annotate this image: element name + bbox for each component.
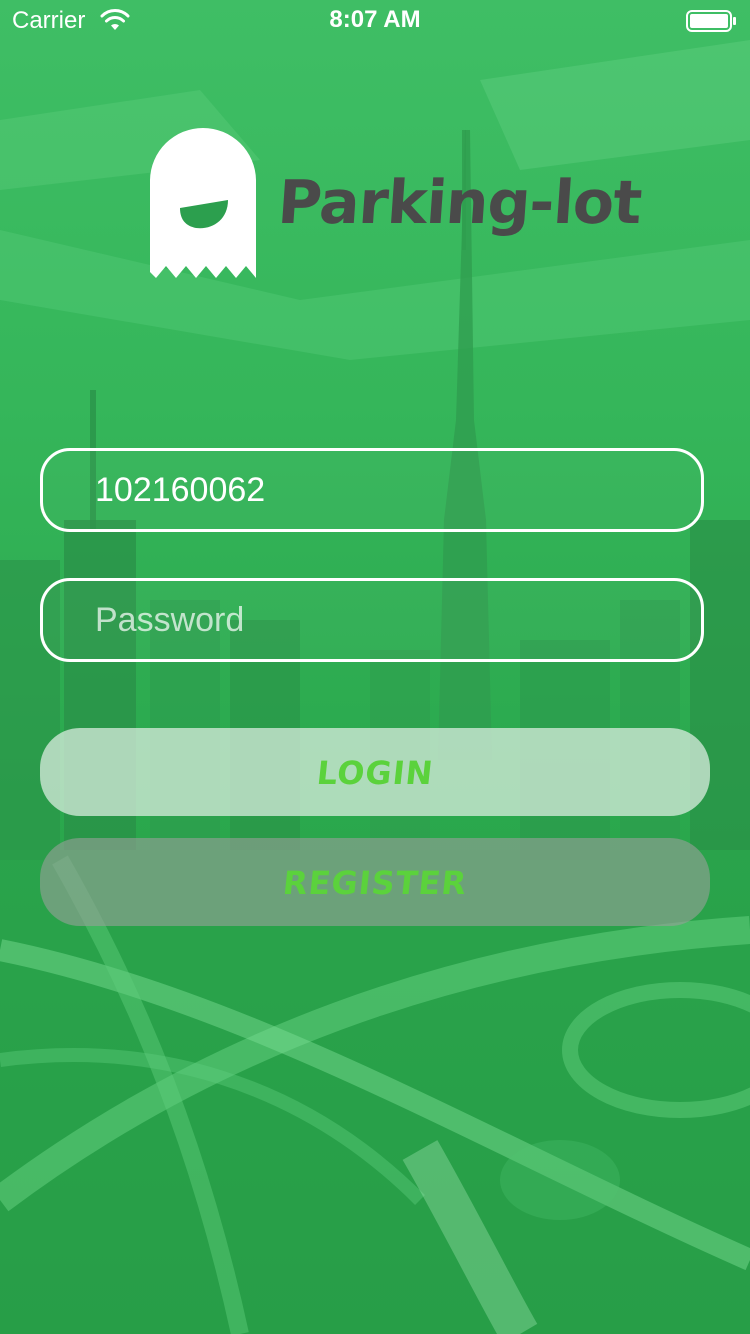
username-field[interactable] [40,448,704,532]
ghost-icon [150,128,256,278]
clock: 8:07 AM [329,6,421,33]
password-input[interactable] [95,581,675,659]
login-button[interactable]: LOGIN [40,728,710,816]
username-input[interactable] [95,451,675,529]
status-bar: Carrier 8:07 AM [0,0,750,40]
login-button-label: LOGIN [314,754,436,792]
register-button[interactable]: REGISTER [40,838,710,926]
password-field[interactable] [40,578,704,662]
battery-icon [686,10,736,32]
login-screen: Carrier 8:07 AM Parking-lot LOGIN REGIST… [0,0,750,1334]
app-name: Parking-lot [275,168,644,238]
register-button-label: REGISTER [280,864,470,902]
